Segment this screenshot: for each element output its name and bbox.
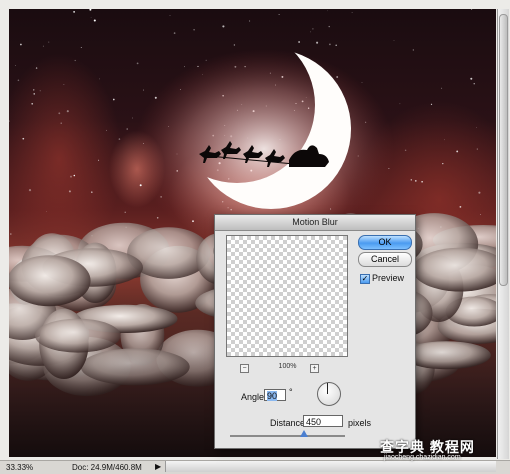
angle-dial-icon[interactable] [317,382,341,406]
motion-blur-dialog: Motion Blur − 100% + OK Cancel ✓ Preview… [214,214,416,449]
angle-dial-needle [327,383,328,394]
document-size: Doc: 24.9M/460.8M [72,463,142,472]
ok-button[interactable]: OK [358,235,412,250]
watermark-url: jiaocheng.chazidian.com [384,454,461,461]
zoom-in-button[interactable]: + [310,364,319,373]
angle-value: 90 [267,391,278,401]
distance-slider-thumb[interactable] [300,430,308,437]
horizontal-scrollbar[interactable] [165,461,496,472]
status-menu-arrow-icon[interactable]: ▶ [155,462,161,471]
distance-unit: pixels [348,418,372,428]
dialog-title: Motion Blur [215,215,415,231]
zoom-readout[interactable]: 33.33% [6,463,33,472]
filter-preview[interactable] [226,235,348,357]
preview-zoom-level: 100% [278,363,297,370]
distance-slider-track[interactable] [230,435,345,437]
distance-input[interactable]: 450 [303,415,343,427]
preview-label: Preview [372,273,405,283]
angle-label: Angle: [241,392,267,402]
zoom-out-button[interactable]: − [240,364,249,373]
angle-input[interactable]: 90 [264,389,286,401]
angle-unit: ° [289,387,293,397]
distance-label: Distance: [270,418,308,428]
document-window: 33.33% Doc: 24.9M/460.8M ▶ Motion Blur −… [0,0,510,474]
preview-checkbox[interactable]: ✓ [360,274,370,284]
cancel-button[interactable]: Cancel [358,252,412,267]
vertical-scroll-thumb[interactable] [499,14,508,286]
